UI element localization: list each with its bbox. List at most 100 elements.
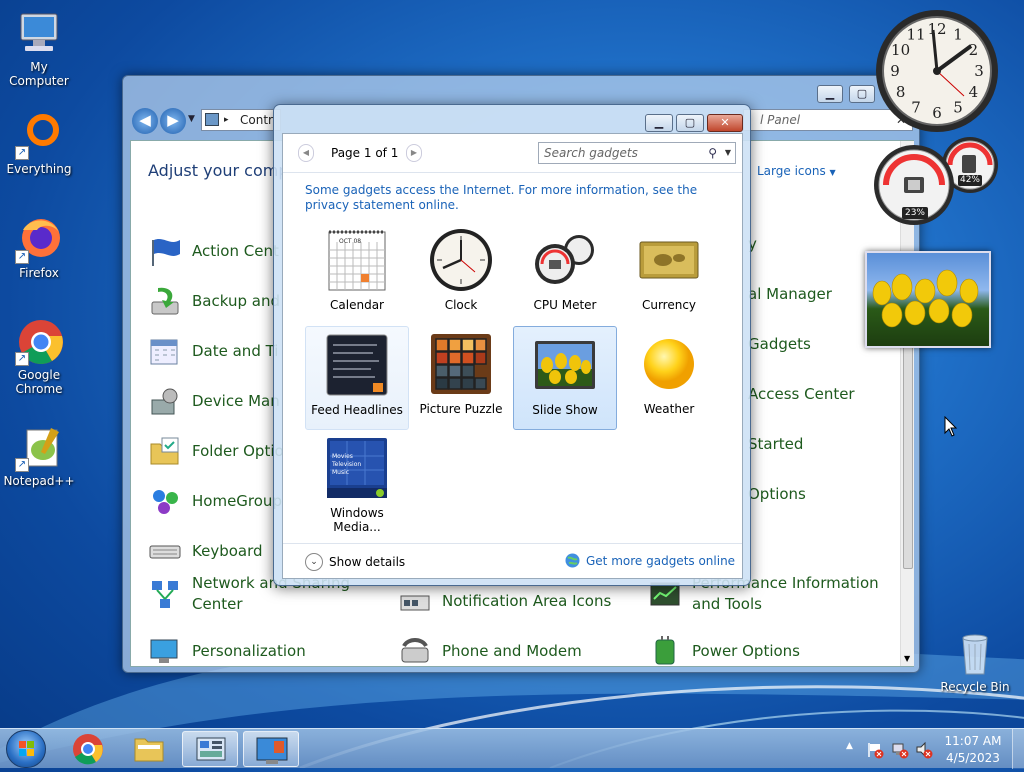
cp-item-label: Backup and [192,291,280,310]
memory-percent: 42% [958,175,982,186]
scrollbar-thumb[interactable] [903,341,913,569]
cp-item-credential-manager[interactable]: al Manager [748,284,832,305]
clock-date[interactable]: 4/5/2023 [940,751,1006,765]
cp-minimize-button[interactable]: ▁ [817,85,843,103]
internet-info-link[interactable]: Some gadgets access the Internet. For mo… [305,183,715,213]
desktop-cpu-meter-gadget[interactable]: 23% 42% [874,133,1000,229]
cp-item-label: Notification Area Icons [442,591,612,610]
page-prev-button[interactable]: ◀ [298,144,314,162]
cp-item-label: Keyboard [192,541,263,560]
gadget-currency[interactable]: Currency [617,222,721,326]
gadget-weather[interactable]: Weather [617,326,721,430]
cp-item-indexing-options[interactable]: Options [748,484,806,505]
gg-restore-button[interactable]: ▢ [676,114,704,132]
gadget-label: Picture Puzzle [419,402,503,416]
back-button[interactable]: ◀ [132,108,158,134]
cp-item-label: al Manager [748,285,832,303]
cp-item-notification-area-icons[interactable]: Notification Area Icons [398,584,611,618]
cp-item-action-center[interactable]: Action Cent [148,234,279,268]
view-by-dropdown[interactable]: Large icons ▼ [757,164,836,178]
taskbar-gadgets-button[interactable] [243,731,299,767]
gadget-cpu-meter[interactable]: CPU Meter [513,222,617,326]
taskbar-chrome-button[interactable] [60,731,116,767]
cp-item-personalization[interactable]: Personalization [148,634,306,668]
breadcrumb-separator-icon: ▸ [224,115,229,125]
show-hidden-icons-button[interactable]: ▲ [846,741,853,751]
control-panel-small-icon [205,113,219,126]
clock-numeral: 7 [911,98,921,116]
cp-item-label: HomeGroup [192,491,282,510]
action-center-flag-icon[interactable] [866,741,884,759]
gadget-slide-show[interactable]: Slide Show [513,326,617,430]
get-more-gadgets-link[interactable]: Get more gadgets online [565,553,735,568]
cp-item-label: Action Cent [192,241,279,260]
recent-pages-chevron-icon[interactable]: ▼ [188,114,195,124]
desktop-icon-firefox[interactable]: ↗ Firefox [1,216,77,280]
desktop-icon-everything[interactable]: ↗ Everything [1,112,77,176]
clock-time[interactable]: 11:07 AM [940,734,1006,748]
desktop-icon-label: Firefox [19,266,59,280]
gg-close-button[interactable]: ✕ [707,114,743,132]
cp-search-text: l Panel [760,113,801,127]
cp-item-label: Started [748,435,804,453]
cp-item-power-options[interactable]: Power Options [648,634,800,668]
chevron-down-icon[interactable]: ▼ [725,143,731,163]
gadget-search-input[interactable]: Search gadgets ⚲ ▼ [538,142,736,164]
show-desktop-button[interactable] [1012,729,1024,769]
cp-item-getting-started[interactable]: Started [748,434,803,455]
tulips-photo [872,269,979,328]
gadget-label: Calendar [330,298,384,312]
desktop-slideshow-gadget[interactable] [865,251,991,348]
cp-item-homegroup[interactable]: HomeGroup [148,484,282,518]
cp-item-desktop-gadgets[interactable]: Gadgets [748,334,811,355]
gg-minimize-button[interactable]: ▁ [645,114,673,132]
shortcut-arrow-icon: ↗ [15,352,29,366]
svg-text:Television: Television [331,461,361,468]
search-icon[interactable]: ⚲ [708,143,717,163]
address-bar[interactable]: ▸ Contr [201,109,281,131]
scroll-down-icon[interactable]: ▼ [904,654,910,663]
show-details-toggle[interactable]: ⌄ Show details [305,553,405,571]
clock-numeral: 10 [891,41,910,59]
cp-item-backup[interactable]: Backup and [148,284,280,318]
cp-item-label: Folder Optio [192,441,284,460]
svg-text:Music: Music [332,469,349,476]
address-text: Contr [240,113,273,127]
gadget-gallery-window[interactable]: ▁ ▢ ✕ ◀ Page 1 of 1 ▶ Search gadgets ⚲ ▼… [273,104,751,586]
desktop-icon-notepadpp[interactable]: ↗ Notepad++ [1,424,77,488]
cp-item-date-time[interactable]: Date and Ti [148,334,278,368]
gadget-feed-headlines[interactable]: Feed Headlines [305,326,409,430]
cp-item-device-manager[interactable]: Device Man [148,384,280,418]
cp-item-ease-of-access[interactable]: Access Center [748,384,855,405]
cp-item-label: Access Center [748,385,855,403]
desktop-gadgets-icon [256,737,288,764]
cp-item-phone-modem[interactable]: Phone and Modem [398,634,582,668]
desktop-icon-recycle-bin[interactable]: Recycle Bin [937,630,1013,694]
desktop-icon-label: Google Chrome [15,368,63,396]
desktop-icon-my-computer[interactable]: My Computer [1,10,77,88]
taskbar-control-panel-button[interactable] [182,731,238,767]
desktop-clock-gadget[interactable]: 12 12 3 45678 9 1011 [874,8,1000,134]
cp-item-label: Options [748,485,806,503]
page-next-button[interactable]: ▶ [406,144,422,162]
desktop-icon-chrome[interactable]: ↗ Google Chrome [1,318,77,396]
gadget-clock[interactable]: Clock [409,222,513,326]
gadget-picture-puzzle[interactable]: Picture Puzzle [409,326,513,430]
gadget-calendar[interactable]: OCT 08 Calendar [305,222,409,326]
gadget-label: Feed Headlines [311,403,403,417]
forward-button[interactable]: ▶ [160,108,186,134]
expand-chevron-icon: ⌄ [305,553,323,571]
cp-item-folder-options[interactable]: Folder Optio [148,434,284,468]
gadget-label: Currency [641,298,697,312]
clock-numeral: 8 [896,83,906,101]
taskbar-explorer-button[interactable] [121,731,177,767]
cp-maximize-button[interactable]: ▢ [849,85,875,103]
gadget-windows-media-center[interactable]: Movies Television Music Windows Media... [305,430,409,534]
cp-item-keyboard[interactable]: Keyboard [148,534,263,568]
cp-item-label: Gadgets [748,335,811,353]
volume-icon[interactable] [915,741,933,759]
start-button[interactable] [6,730,46,768]
gadget-search-placeholder: Search gadgets [544,146,638,160]
show-details-label: Show details [329,555,406,569]
network-icon[interactable] [891,741,909,759]
